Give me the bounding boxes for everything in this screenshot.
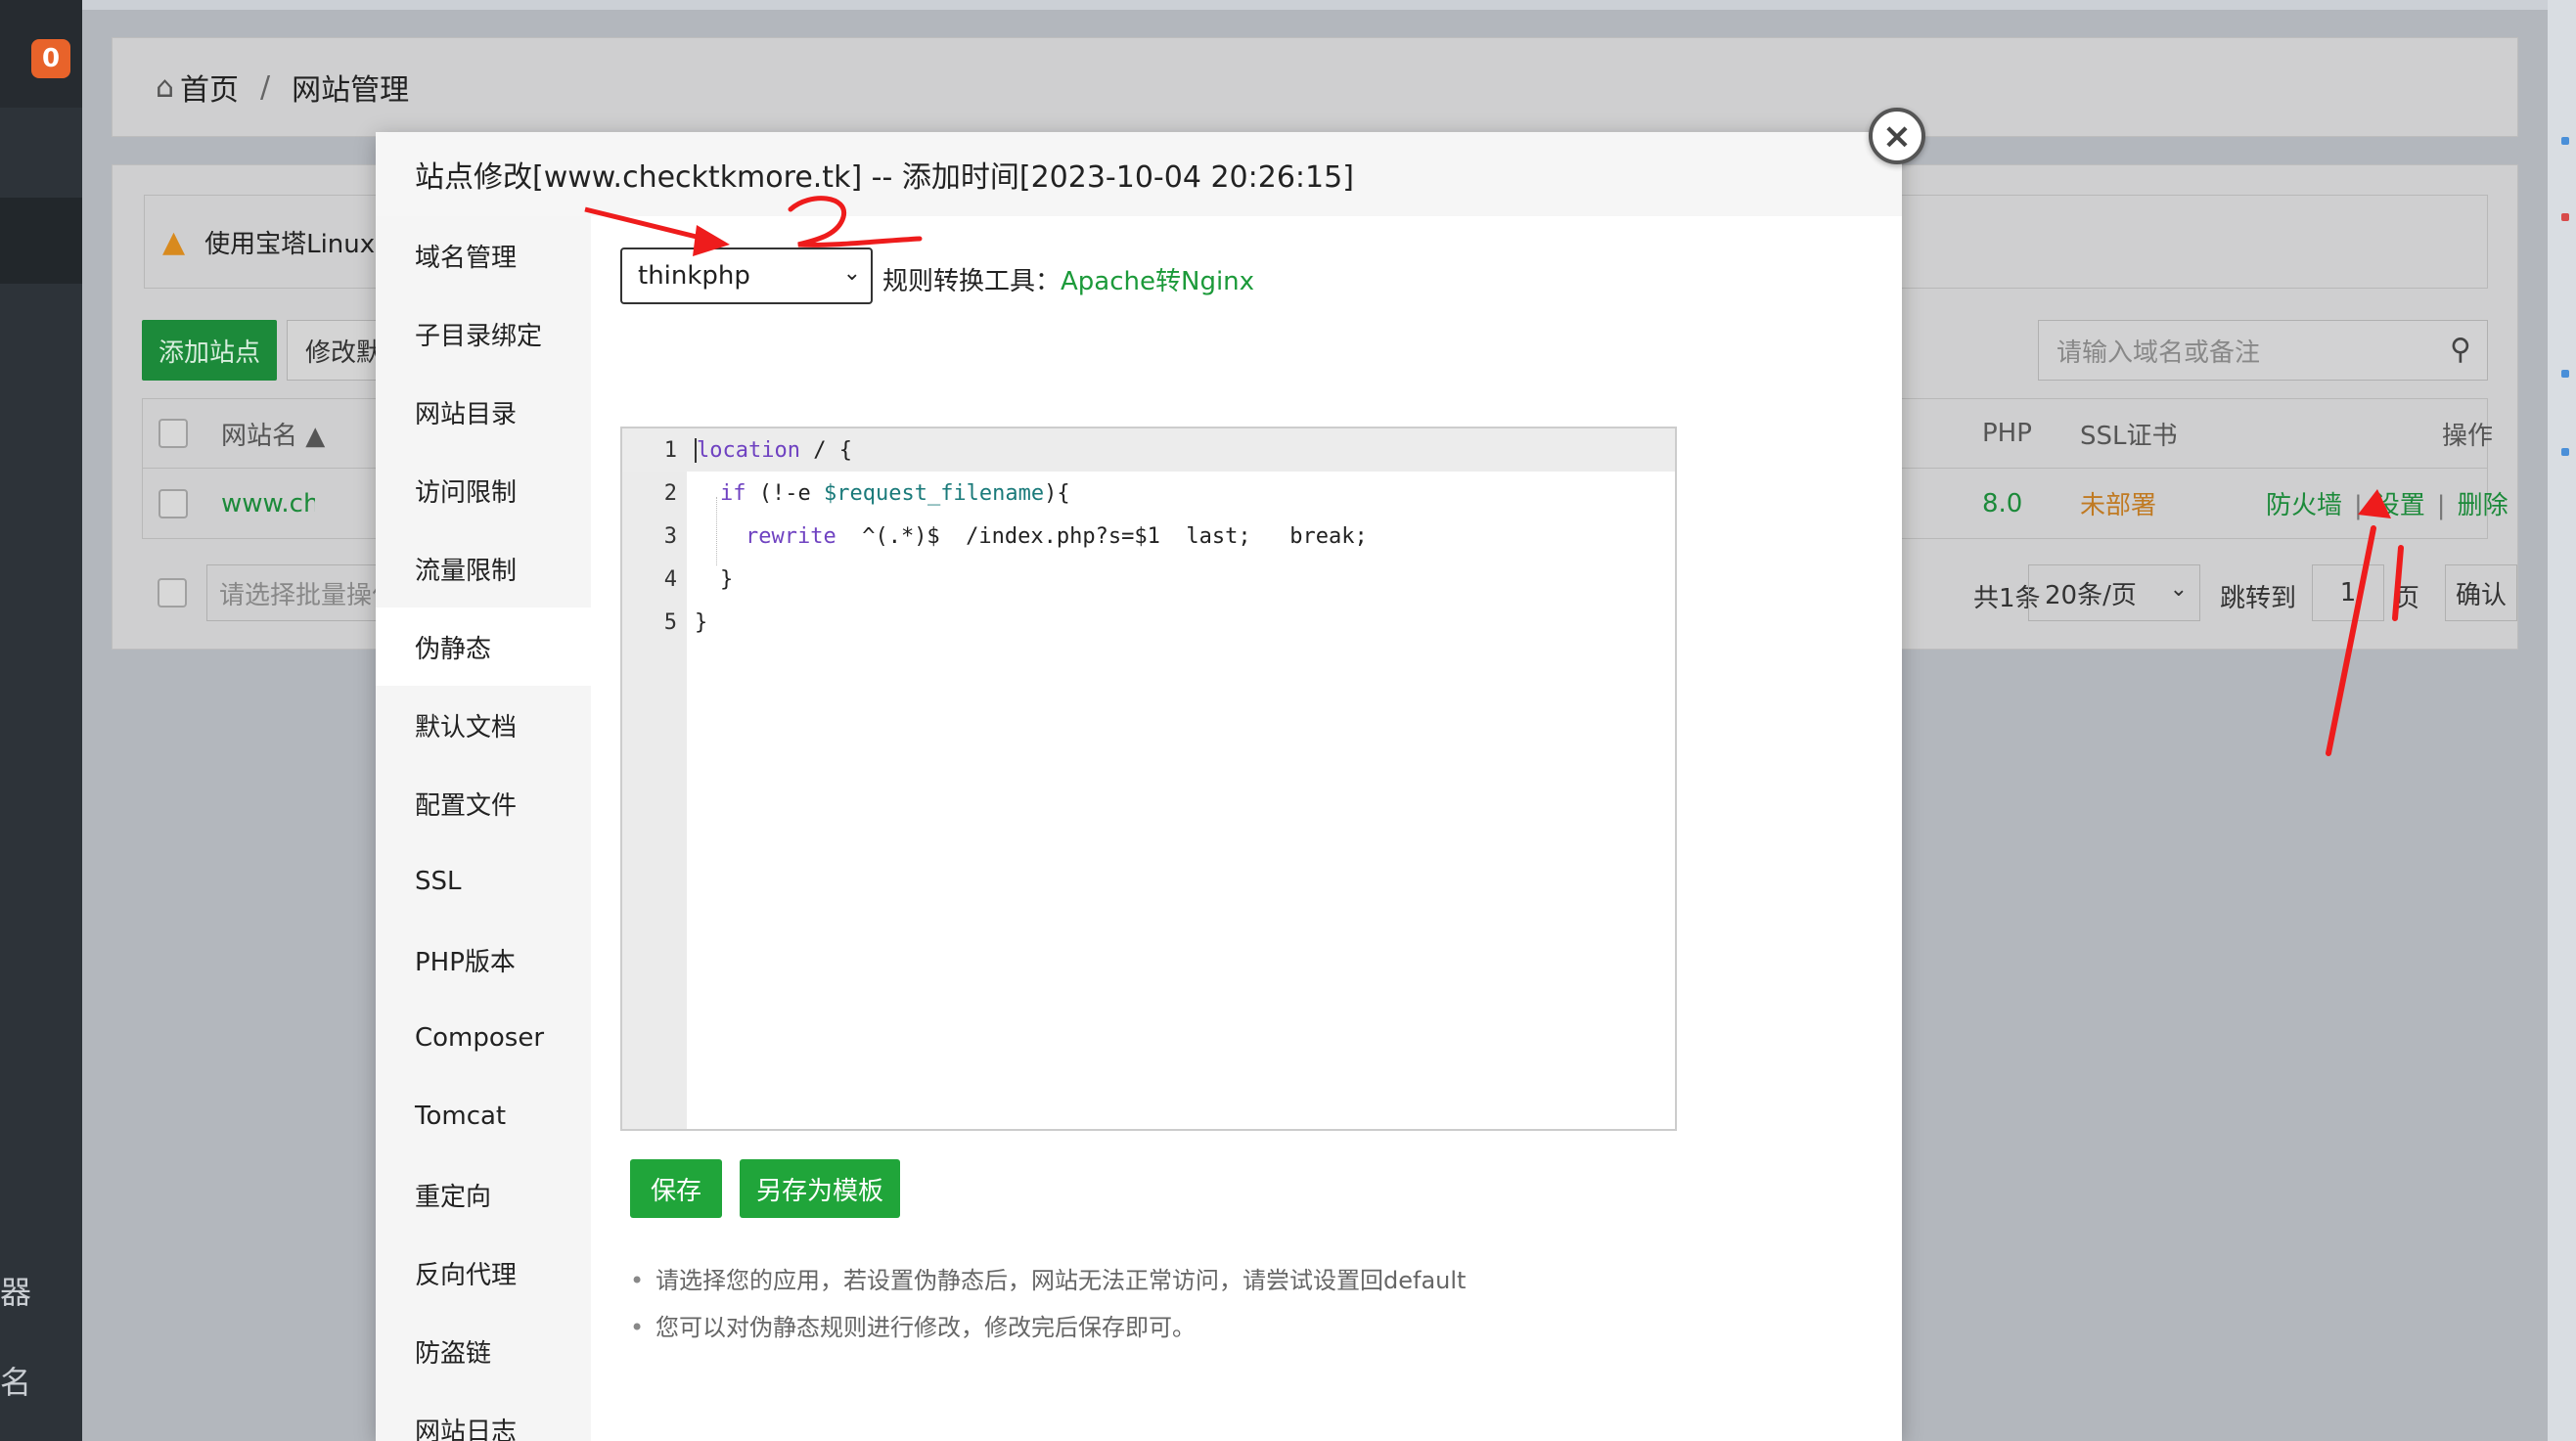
- settings-link[interactable]: 设置: [2374, 491, 2425, 520]
- dialog-nav: 域名管理 子目录绑定 网站目录 访问限制 流量限制 伪静态 默认文档 配置文件 …: [376, 216, 591, 1441]
- sidebar: 0 器 名: [0, 0, 82, 1441]
- dialog-title: 站点修改[www.checktkmore.tk] -- 添加时间[2023-10…: [376, 132, 1902, 216]
- code-text: rewrite ^(.*)$ /index.php?s=$1 last; bre…: [746, 523, 1368, 549]
- php-version[interactable]: 8.0: [1982, 489, 2022, 518]
- nav-default-doc[interactable]: 默认文档: [376, 686, 591, 764]
- code-line[interactable]: 4 }: [622, 558, 1675, 601]
- nav-domain[interactable]: 域名管理: [376, 216, 591, 294]
- search-placeholder: 请输入域名或备注: [2056, 338, 2261, 368]
- nav-reverse-proxy[interactable]: 反向代理: [376, 1234, 591, 1312]
- rewrite-tips: 请选择您的应用，若设置伪静态后，网站无法正常访问，请尝试设置回default 您…: [630, 1257, 1466, 1351]
- page-size-select[interactable]: 20条/页 ⌄: [2028, 564, 2200, 621]
- sidebar-item-fragment[interactable]: 器: [0, 1268, 31, 1313]
- sidebar-item-fragment[interactable]: 名: [0, 1358, 31, 1403]
- col-ops: 操作: [2442, 421, 2494, 451]
- breadcrumb-home[interactable]: 首页: [180, 66, 239, 109]
- jump-label: 跳转到: [2220, 584, 2297, 613]
- search-input[interactable]: 请输入域名或备注 ⚲: [2038, 320, 2488, 381]
- home-icon[interactable]: ⌂: [156, 70, 174, 105]
- apache-to-nginx-link[interactable]: Apache转Nginx: [1061, 267, 1254, 296]
- line-number: 5: [663, 609, 677, 635]
- save-as-template-button[interactable]: 另存为模板: [740, 1159, 900, 1218]
- code-line[interactable]: 1 location / {: [622, 428, 1675, 472]
- site-name-link[interactable]: www.checktkmore.tk: [221, 489, 315, 518]
- search-icon[interactable]: ⚲: [2450, 333, 2471, 367]
- delete-link[interactable]: 删除: [2458, 491, 2508, 520]
- line-number: 4: [663, 566, 677, 592]
- edge-mark: [2561, 213, 2569, 221]
- nav-config-file[interactable]: 配置文件: [376, 764, 591, 842]
- nav-tomcat[interactable]: Tomcat: [376, 1077, 591, 1155]
- save-button[interactable]: 保存: [630, 1159, 722, 1218]
- nav-php-version[interactable]: PHP版本: [376, 921, 591, 999]
- jump-confirm-button[interactable]: 确认: [2445, 564, 2517, 621]
- edge-mark: [2561, 448, 2569, 456]
- tip-item: 您可以对伪静态规则进行修改，修改完后保存即可。: [630, 1304, 1466, 1351]
- rewrite-panel: thinkphp ⌄ 规则转换工具：Apache转Nginx 1 locatio…: [591, 216, 1902, 1441]
- sidebar-active-item[interactable]: [0, 198, 82, 284]
- nav-composer[interactable]: Composer: [376, 999, 591, 1077]
- rewrite-code-editor[interactable]: 1 location / { 2 if (!-e $request_filena…: [620, 427, 1677, 1131]
- breadcrumb-current: 网站管理: [292, 73, 410, 108]
- breadcrumb: ⌂ 首页 / 网站管理: [112, 37, 2518, 137]
- nav-site-log[interactable]: 网站日志: [376, 1390, 591, 1441]
- code-line[interactable]: 2 if (!-e $request_filename){: [622, 472, 1675, 515]
- nav-subdir-binding[interactable]: 子目录绑定: [376, 294, 591, 373]
- firewall-link[interactable]: 防火墙: [2266, 491, 2342, 520]
- notification-badge[interactable]: 0: [31, 39, 70, 78]
- tip-item: 请选择您的应用，若设置伪静态后，网站无法正常访问，请尝试设置回default: [630, 1257, 1466, 1304]
- select-all-checkbox[interactable]: [158, 419, 188, 448]
- code-text: if (!-e $request_filename){: [720, 480, 1070, 506]
- nav-ssl[interactable]: SSL: [376, 842, 591, 921]
- close-dialog-button[interactable]: ×: [1869, 108, 1925, 164]
- footer-checkbox[interactable]: [158, 578, 187, 608]
- chevron-down-icon: ⌄: [842, 261, 861, 286]
- row-actions: 防火墙 | 设置 | 删除: [2266, 491, 2508, 520]
- batch-operation-select[interactable]: 请选择批量操作: [206, 564, 402, 621]
- col-ssl: SSL证书: [2080, 421, 2178, 451]
- rule-convert-tool: 规则转换工具：Apache转Nginx: [882, 261, 1254, 297]
- col-site-name[interactable]: 网站名 ▲: [221, 416, 325, 452]
- nav-traffic-limit[interactable]: 流量限制: [376, 529, 591, 608]
- line-number: 3: [663, 523, 677, 549]
- code-line[interactable]: 5 }: [622, 601, 1675, 644]
- line-number: 2: [663, 480, 677, 506]
- nav-rewrite[interactable]: 伪静态: [376, 608, 591, 686]
- edge-mark: [2561, 137, 2569, 145]
- line-number: 1: [663, 437, 677, 463]
- site-edit-dialog: 站点修改[www.checktkmore.tk] -- 添加时间[2023-10…: [376, 132, 1902, 1441]
- nav-site-dir[interactable]: 网站目录: [376, 373, 591, 451]
- nav-redirect[interactable]: 重定向: [376, 1155, 591, 1234]
- code-text: }: [695, 609, 708, 635]
- nav-access-limit[interactable]: 访问限制: [376, 451, 591, 529]
- breadcrumb-separator: /: [260, 69, 271, 105]
- row-checkbox[interactable]: [158, 488, 188, 518]
- nav-hotlink[interactable]: 防盗链: [376, 1312, 591, 1390]
- col-php: PHP: [1982, 419, 2032, 448]
- add-site-button[interactable]: 添加站点: [142, 320, 277, 381]
- code-text: }: [720, 566, 734, 592]
- edge-mark: [2561, 370, 2569, 378]
- rewrite-template-select[interactable]: thinkphp ⌄: [620, 248, 873, 304]
- page-suffix: 页: [2394, 584, 2420, 613]
- code-text: location / {: [695, 437, 852, 463]
- warning-icon: ▲: [162, 224, 186, 259]
- sort-asc-icon[interactable]: ▲: [305, 422, 325, 451]
- ssl-status[interactable]: 未部署: [2080, 485, 2156, 521]
- rule-convert-label: 规则转换工具：: [882, 267, 1062, 296]
- code-line[interactable]: 3 rewrite ^(.*)$ /index.php?s=$1 last; b…: [622, 515, 1675, 558]
- page-number-input[interactable]: 1: [2312, 564, 2384, 621]
- warning-text: 使用宝塔Linux面: [204, 229, 401, 259]
- chevron-down-icon: ⌄: [2169, 577, 2188, 602]
